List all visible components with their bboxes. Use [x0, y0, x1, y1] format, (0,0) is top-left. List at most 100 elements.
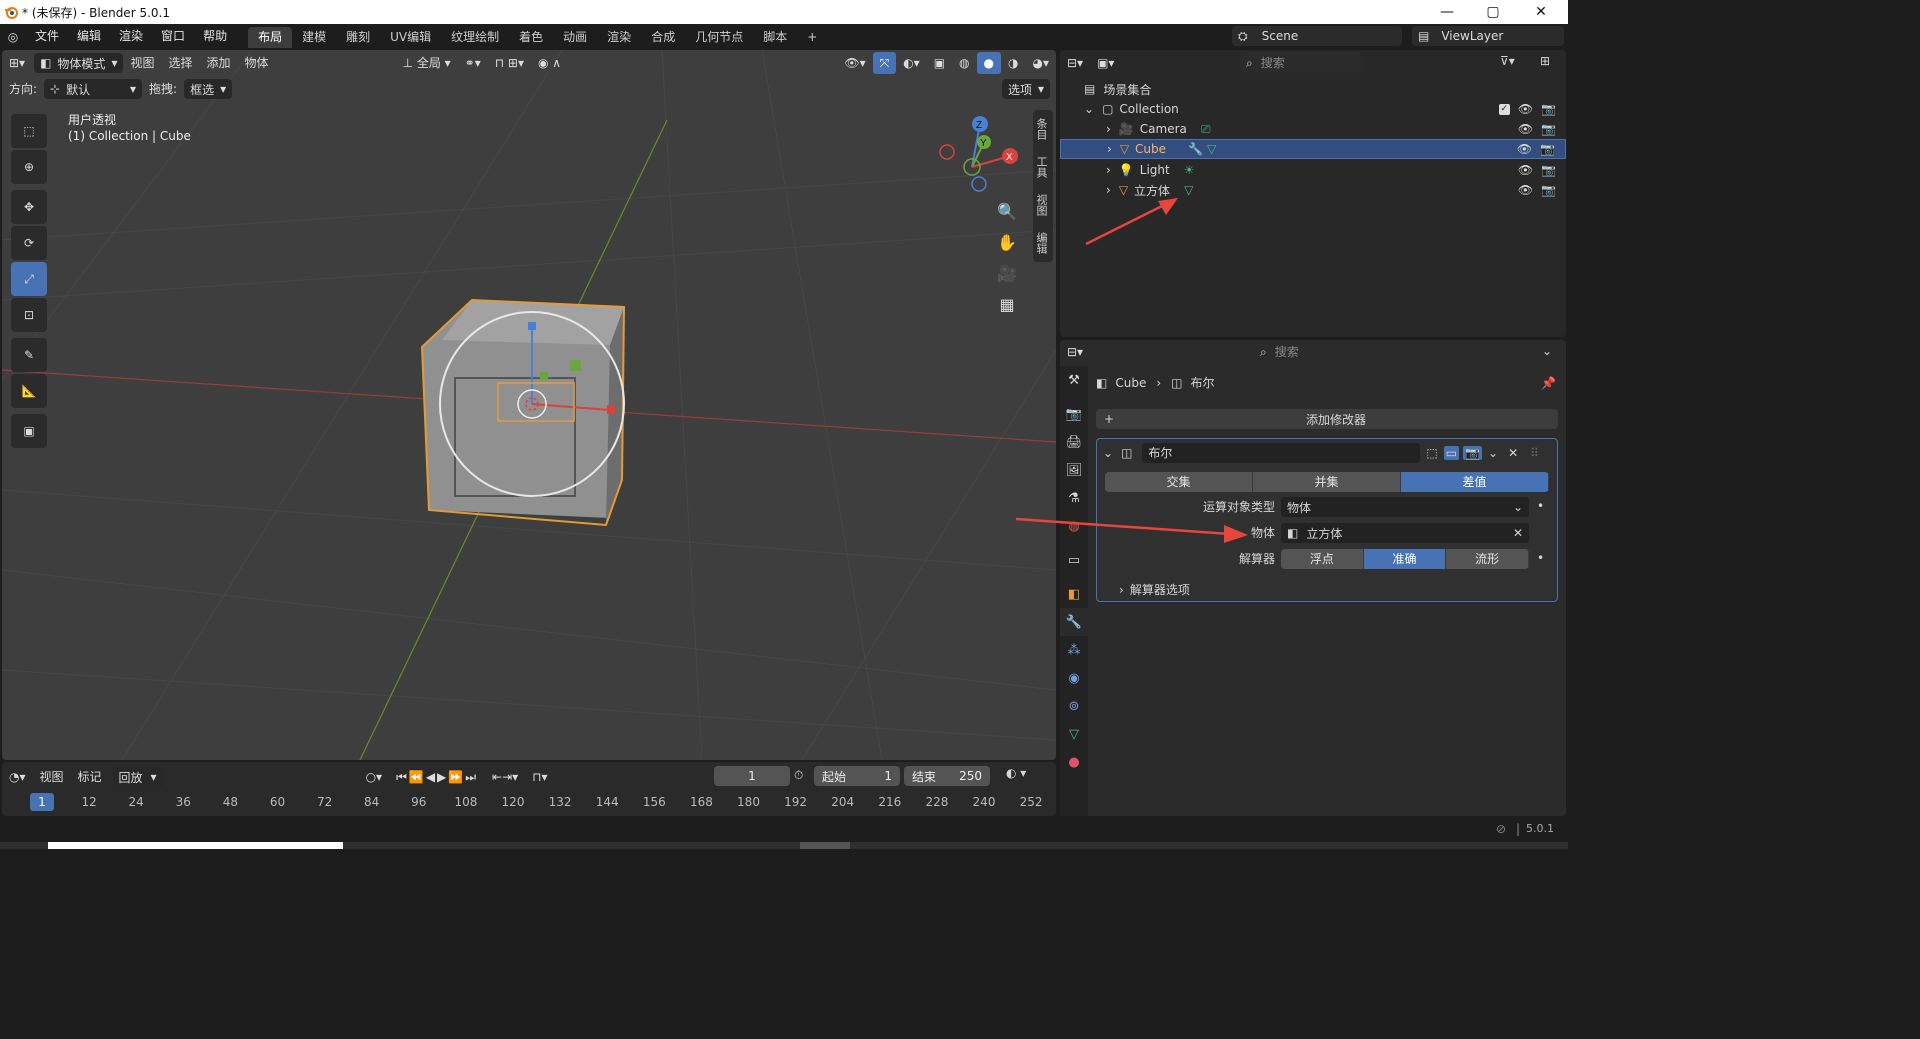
- tab-texture-paint[interactable]: 纹理绘制: [441, 27, 509, 48]
- playback-dropdown[interactable]: 回放 ▾: [112, 767, 163, 787]
- solver-float-button[interactable]: 浮点: [1281, 549, 1364, 569]
- ortho-grid-icon[interactable]: ▦: [992, 289, 1022, 320]
- new-collection-icon[interactable]: ⊞: [1540, 54, 1550, 68]
- solver-exact-button[interactable]: 准确: [1363, 549, 1447, 569]
- data-tab-icon[interactable]: ▽: [1060, 720, 1088, 748]
- select-box-tool-icon[interactable]: ⬚: [11, 114, 47, 148]
- timeline-menu-view[interactable]: 视图: [33, 766, 71, 788]
- remove-modifier-icon[interactable]: ✕: [1508, 446, 1518, 460]
- menu-file[interactable]: 文件: [26, 24, 68, 49]
- chevron-down-icon[interactable]: ⌄: [1488, 446, 1498, 460]
- editor-type-icon[interactable]: ⊞▾: [2, 52, 32, 74]
- add-modifier-button[interactable]: + 添加修改器: [1096, 409, 1558, 429]
- end-frame-field[interactable]: 结束 250: [904, 766, 990, 786]
- navigation-gizmo[interactable]: Z Y X: [932, 112, 1027, 192]
- operation-union-button[interactable]: 并集: [1253, 472, 1401, 492]
- keyframe-dot-icon[interactable]: •: [1537, 551, 1544, 565]
- viewport-toggle-icon[interactable]: ▭: [1443, 446, 1460, 460]
- material-tab-icon[interactable]: ●: [1060, 748, 1088, 776]
- snap-icon[interactable]: ⊓ ⊞▾: [488, 52, 531, 74]
- pivot-icon[interactable]: ⚭▾: [458, 52, 488, 74]
- modifier-name-field[interactable]: 布尔: [1142, 443, 1421, 463]
- solver-options-subpanel[interactable]: › 解算器选项: [1119, 581, 1190, 598]
- keyframe-dot-icon[interactable]: •: [1537, 499, 1544, 513]
- solver-manifold-button[interactable]: 流形: [1446, 549, 1529, 569]
- add-cube-tool-icon[interactable]: ▣: [11, 414, 47, 448]
- chevron-down-icon[interactable]: ⌄: [1542, 344, 1552, 358]
- render-toggle-icon[interactable]: 📷: [1463, 446, 1483, 460]
- tool-tab-icon[interactable]: ⚒: [1060, 366, 1088, 394]
- eye-icon[interactable]: 👁: [1518, 122, 1533, 136]
- clear-field-icon[interactable]: ✕: [1513, 526, 1523, 540]
- render-camera-icon[interactable]: 📷: [1540, 142, 1555, 156]
- render-camera-icon[interactable]: 📷: [1541, 102, 1556, 116]
- edit-mode-toggle-icon[interactable]: ⬚: [1426, 446, 1437, 460]
- current-frame-field[interactable]: 1: [714, 766, 790, 786]
- minimize-button[interactable]: —: [1424, 0, 1470, 24]
- sidebar-tab-edit[interactable]: 编辑: [1033, 224, 1049, 262]
- filter-icon[interactable]: ⊽▾: [1500, 54, 1515, 68]
- eye-icon[interactable]: 👁: [1518, 183, 1533, 197]
- properties-editor-icon[interactable]: ⊟▾: [1060, 341, 1090, 363]
- gizmo-toggle-icon[interactable]: ⤧: [872, 52, 897, 74]
- proportional-edit-icon[interactable]: ◉ ∧: [531, 52, 568, 74]
- menu-help[interactable]: 帮助: [194, 24, 236, 49]
- tab-scripting[interactable]: 脚本: [753, 27, 797, 48]
- outliner-row-cube[interactable]: › ▽ Cube 🔧 ▽ 👁 📷: [1060, 139, 1566, 159]
- drag-handle-icon[interactable]: ⠿: [1530, 446, 1539, 460]
- expand-chevron-icon[interactable]: ›: [1106, 122, 1111, 136]
- move-tool-icon[interactable]: ✥: [11, 190, 47, 224]
- scene-selector[interactable]: ⛭ Scene: [1232, 26, 1402, 46]
- visibility-icon[interactable]: 👁▾: [837, 52, 872, 74]
- tab-layout[interactable]: 布局: [248, 27, 293, 48]
- pin-icon[interactable]: 📌: [1541, 376, 1556, 390]
- keyframe-nav-icon[interactable]: ⇤⇥▾: [485, 766, 525, 788]
- transform-tool-icon[interactable]: ⊡: [11, 298, 47, 332]
- viewport-menu-add[interactable]: 添加: [200, 52, 238, 74]
- expand-chevron-icon[interactable]: ›: [1107, 142, 1112, 156]
- properties-search[interactable]: ⌕ 搜索: [1254, 342, 1374, 362]
- overlay-toggle-icon[interactable]: ◐▾: [896, 52, 927, 74]
- timeline-editor-icon[interactable]: ◔▾: [2, 766, 33, 788]
- particles-tab-icon[interactable]: ⁂: [1060, 636, 1088, 664]
- object-tab-icon[interactable]: ◧: [1060, 580, 1088, 608]
- maximize-button[interactable]: ▢: [1470, 0, 1516, 24]
- collapse-chevron-icon[interactable]: ⌄: [1084, 102, 1094, 116]
- eye-icon[interactable]: 👁: [1518, 102, 1533, 116]
- operand-type-dropdown[interactable]: 物体 ⌄: [1281, 497, 1529, 517]
- autokey-icon[interactable]: ○▾: [359, 766, 390, 788]
- outliner-row-camera[interactable]: › 🎥 Camera ⎚ 👁 📷: [1060, 119, 1566, 139]
- start-frame-field[interactable]: 起始 1: [814, 766, 900, 786]
- tab-shading[interactable]: 着色: [509, 27, 553, 48]
- view-layer-tab-icon[interactable]: 🖼: [1060, 456, 1088, 484]
- viewport-menu-object[interactable]: 物体: [238, 52, 276, 74]
- viewport-menu-select[interactable]: 选择: [161, 52, 199, 74]
- view-layer-selector[interactable]: ▤ ViewLayer: [1412, 26, 1564, 46]
- stopwatch-icon[interactable]: ⏱: [794, 768, 803, 783]
- display-mode-icon[interactable]: ▣▾: [1090, 52, 1121, 74]
- zoom-icon[interactable]: 🔍: [992, 196, 1022, 227]
- frame-ruler[interactable]: 1 12 24 36 48 60 72 84 96 108 120 132 144 156 168 180 19…: [2, 790, 1056, 812]
- shading-solid-icon[interactable]: ●: [976, 52, 1002, 74]
- scale-tool-icon[interactable]: ⤢: [11, 262, 47, 296]
- close-window-button[interactable]: ✕: [1518, 0, 1564, 24]
- menu-render[interactable]: 渲染: [110, 24, 152, 49]
- tab-rendering[interactable]: 渲染: [597, 27, 641, 48]
- measure-tool-icon[interactable]: 📐: [11, 374, 47, 408]
- tab-sculpting[interactable]: 雕刻: [336, 27, 380, 48]
- playback-controls[interactable]: ⏮⏪◀▶⏩⏭: [389, 766, 485, 788]
- constraints-tab-icon[interactable]: ⊚: [1060, 692, 1088, 720]
- collapse-chevron-icon[interactable]: ⌄: [1103, 446, 1113, 460]
- cursor-tool-icon[interactable]: ⊕: [11, 150, 47, 184]
- exclude-checkbox[interactable]: ✓: [1498, 103, 1510, 115]
- current-frame-marker[interactable]: 1: [30, 793, 54, 811]
- blender-menu-icon[interactable]: ◎: [0, 30, 26, 44]
- xray-toggle-icon[interactable]: ▣: [927, 52, 952, 74]
- snap-timeline-icon[interactable]: ⊓▾: [525, 766, 554, 788]
- transform-space-selector[interactable]: ⊥ 全局 ▾: [396, 52, 458, 74]
- outliner-row-light[interactable]: › 💡 Light ☀ 👁 📷: [1060, 160, 1566, 180]
- output-tab-icon[interactable]: 🖨: [1060, 428, 1088, 456]
- mode-selector[interactable]: ◧ 物体模式 ▾: [34, 53, 124, 73]
- outliner-search[interactable]: ⌕ 搜索: [1240, 53, 1362, 73]
- tab-animation[interactable]: 动画: [553, 27, 597, 48]
